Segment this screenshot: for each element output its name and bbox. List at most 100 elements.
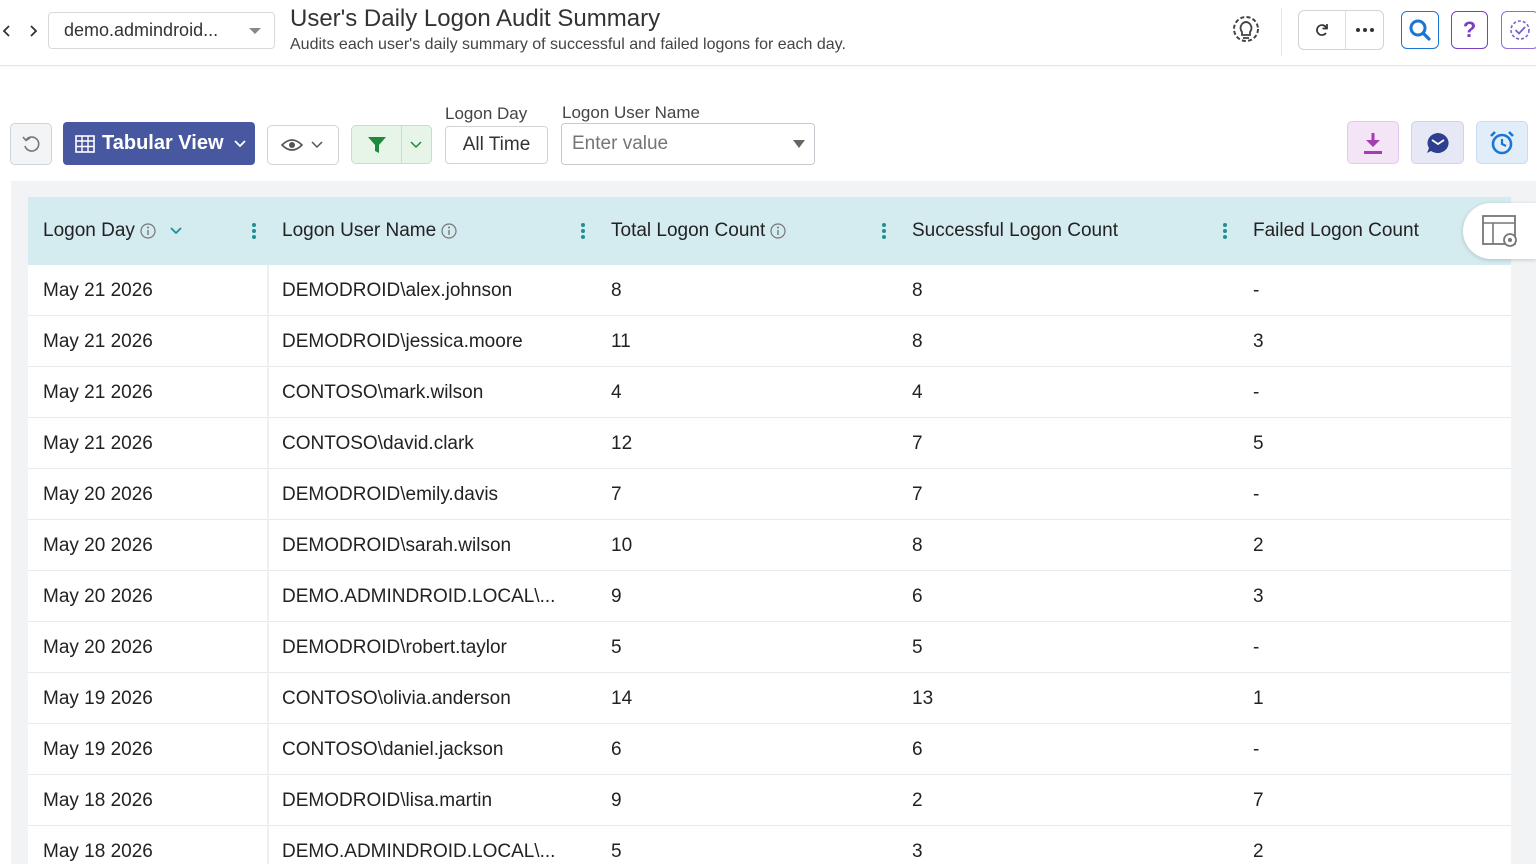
insights-button[interactable]: [1226, 11, 1266, 47]
schedule-icon: [1490, 130, 1514, 154]
column-menu-button[interactable]: [251, 221, 257, 241]
logon-day-cell: May 19 2026: [43, 687, 153, 709]
user-name-cell: DEMODROID\alex.johnson: [282, 279, 513, 301]
total-count-cell: 8: [611, 279, 622, 301]
info-icon: [140, 223, 156, 239]
table-row[interactable]: May 20 2026 DEMODROID\robert.taylor 5 5 -: [28, 622, 1511, 673]
refresh-icon: [1316, 24, 1328, 36]
filter-icon: [368, 137, 386, 153]
column-settings-icon: [1481, 215, 1517, 247]
lightbulb-gear-icon: [1233, 16, 1259, 42]
tasks-button[interactable]: [1501, 11, 1536, 49]
back-button[interactable]: [0, 17, 17, 45]
total-count-cell: 14: [611, 687, 633, 709]
logon-day-filter[interactable]: All Time: [445, 126, 548, 164]
schedule-button[interactable]: [1476, 121, 1528, 164]
chevron-down-icon: [233, 139, 246, 147]
chevron-down-icon: [311, 141, 323, 149]
column-header-total-logon-count[interactable]: Total Logon Count: [611, 197, 786, 265]
failed-count-cell: 3: [1253, 330, 1264, 352]
table-row[interactable]: May 21 2026 DEMODROID\alex.johnson 8 8 -: [28, 265, 1511, 316]
table-row[interactable]: May 21 2026 CONTOSO\david.clark 12 7 5: [28, 418, 1511, 469]
logon-day-cell: May 20 2026: [43, 585, 153, 607]
view-selector-label: Tabular View: [102, 132, 224, 154]
user-name-cell: DEMODROID\robert.taylor: [282, 636, 507, 658]
email-report-button[interactable]: [1411, 121, 1464, 164]
reset-button[interactable]: [10, 123, 52, 165]
table-row[interactable]: May 21 2026 CONTOSO\mark.wilson 4 4 -: [28, 367, 1511, 418]
table-icon: [75, 134, 95, 153]
column-header-label: Logon Day: [43, 220, 135, 241]
column-header-logon-user-name[interactable]: Logon User Name: [282, 197, 457, 265]
logon-day-cell: May 20 2026: [43, 636, 153, 658]
column-header-failed-logon-count[interactable]: Failed Logon Count: [1253, 197, 1419, 265]
user-name-cell: CONTOSO\mark.wilson: [282, 381, 484, 403]
help-icon: ?: [1462, 17, 1477, 42]
user-name-cell: DEMO.ADMINDROID.LOCAL\...: [282, 840, 556, 862]
total-count-cell: 6: [611, 738, 622, 760]
successful-count-cell: 3: [912, 840, 923, 862]
logon-user-name-filter[interactable]: [561, 123, 815, 165]
table-row[interactable]: May 18 2026 DEMODROID\lisa.martin 9 2 7: [28, 775, 1511, 826]
forward-button[interactable]: [23, 17, 43, 45]
top-bar: demo.admindroid... User's Daily Logon Au…: [0, 0, 1536, 66]
info-icon: [441, 223, 457, 239]
table-row[interactable]: May 19 2026 CONTOSO\daniel.jackson 6 6 -: [28, 724, 1511, 775]
refresh-button[interactable]: [1300, 11, 1344, 49]
column-menu-button[interactable]: [580, 221, 586, 241]
user-name-cell: CONTOSO\daniel.jackson: [282, 738, 504, 760]
logon-day-value: All Time: [462, 134, 531, 155]
user-name-cell: DEMODROID\jessica.moore: [282, 330, 523, 352]
logon-day-cell: May 21 2026: [43, 381, 153, 403]
logon-user-name-input[interactable]: [570, 130, 780, 158]
divider: [401, 126, 402, 163]
failed-count-cell: -: [1253, 279, 1260, 301]
domain-selector[interactable]: demo.admindroid...: [48, 12, 275, 49]
column-settings-button[interactable]: [1463, 203, 1536, 259]
logon-day-cell: May 19 2026: [43, 738, 153, 760]
successful-count-cell: 2: [912, 789, 923, 811]
chevron-right-icon: [30, 25, 38, 37]
table-row[interactable]: May 20 2026 DEMODROID\emily.davis 7 7 -: [28, 469, 1511, 520]
export-button[interactable]: [1347, 121, 1399, 164]
failed-count-cell: -: [1253, 738, 1260, 760]
filter-button[interactable]: [351, 125, 432, 164]
table-row[interactable]: May 20 2026 DEMO.ADMINDROID.LOCAL\... 9 6 3: [28, 571, 1511, 622]
table-header: Logon Day Logon User Name Total Logon Co…: [28, 197, 1511, 265]
column-menu-button[interactable]: [881, 221, 887, 241]
search-icon: [1409, 19, 1431, 41]
user-name-cell: CONTOSO\olivia.anderson: [282, 687, 511, 709]
column-header-logon-day[interactable]: Logon Day: [43, 197, 182, 265]
successful-count-cell: 6: [912, 585, 923, 607]
logon-day-cell: May 20 2026: [43, 483, 153, 505]
sort-descending-icon[interactable]: [170, 227, 182, 235]
more-options-button[interactable]: [1346, 11, 1383, 49]
column-visibility-button[interactable]: [267, 125, 339, 165]
page-subtitle: Audits each user's daily summary of succ…: [290, 36, 846, 53]
table-row[interactable]: May 19 2026 CONTOSO\olivia.anderson 14 13 1: [28, 673, 1511, 724]
tasks-icon: [1510, 20, 1530, 40]
table-row[interactable]: May 20 2026 DEMODROID\sarah.wilson 10 8 2: [28, 520, 1511, 571]
help-button[interactable]: ?: [1451, 11, 1488, 49]
table-row[interactable]: May 18 2026 DEMO.ADMINDROID.LOCAL\... 5 3 2: [28, 826, 1511, 864]
successful-count-cell: 13: [912, 687, 934, 709]
total-count-cell: 4: [611, 381, 622, 403]
logon-day-cell: May 18 2026: [43, 840, 153, 862]
search-button[interactable]: [1401, 11, 1439, 49]
user-name-cell: DEMODROID\sarah.wilson: [282, 534, 512, 556]
caret-down-icon: [793, 140, 805, 148]
successful-count-cell: 8: [912, 279, 923, 301]
logon-day-cell: May 21 2026: [43, 330, 153, 352]
domain-selector-value: demo.admindroid...: [64, 20, 219, 40]
failed-count-cell: 3: [1253, 585, 1264, 607]
total-count-cell: 7: [611, 483, 622, 505]
total-count-cell: 9: [611, 789, 622, 811]
total-count-cell: 12: [611, 432, 633, 454]
view-selector-button[interactable]: Tabular View: [63, 122, 255, 165]
filter-label-logon-day: Logon Day: [445, 104, 528, 123]
column-header-successful-logon-count[interactable]: Successful Logon Count: [912, 197, 1118, 265]
column-header-label: Successful Logon Count: [912, 220, 1118, 241]
column-menu-button[interactable]: [1222, 221, 1228, 241]
total-count-cell: 11: [611, 330, 631, 352]
table-row[interactable]: May 21 2026 DEMODROID\jessica.moore 11 8 3: [28, 316, 1511, 367]
